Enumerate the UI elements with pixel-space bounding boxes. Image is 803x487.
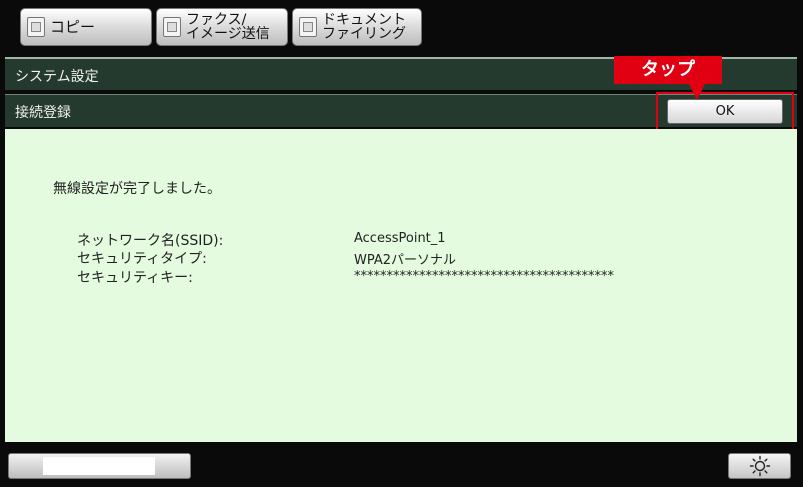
tab-document-filing[interactable]: ドキュメント ファイリング	[292, 8, 422, 46]
document-icon	[27, 17, 45, 37]
tab-doc-label-line2: ファイリング	[322, 26, 406, 42]
tab-fax-image-send[interactable]: ファクス/ イメージ送信	[156, 8, 288, 46]
ok-button[interactable]: OK	[667, 99, 783, 124]
brightness-button[interactable]	[728, 453, 791, 479]
security-key-value: ****************************************	[354, 269, 614, 284]
security-type-label: セキュリティタイプ:	[77, 251, 207, 267]
ssid-value: AccessPoint_1	[354, 231, 446, 246]
tab-doc-label: ドキュメント ファイリング	[322, 13, 406, 41]
brightness-icon	[749, 455, 770, 477]
tap-callout: タップ	[614, 56, 722, 84]
document-icon	[299, 17, 317, 37]
bottom-left-display	[43, 457, 155, 475]
content-panel: 無線設定が完了しました。 ネットワーク名(SSID): AccessPoint_…	[5, 129, 797, 442]
tab-fax-label: ファクス/ イメージ送信	[186, 13, 270, 41]
tab-copy-label: コピー	[50, 17, 96, 36]
security-type-value: WPA2パーソナル	[354, 253, 457, 268]
completion-message: 無線設定が完了しました。	[53, 181, 221, 197]
system-settings-title: システム設定	[15, 69, 99, 85]
security-key-label: セキュリティキー:	[77, 270, 193, 286]
device-screen: コピー ファクス/ イメージ送信 ドキュメント ファイリング システム設定 接続…	[0, 0, 803, 487]
mode-tabs: コピー ファクス/ イメージ送信 ドキュメント ファイリング	[20, 8, 422, 48]
ssid-label: ネットワーク名(SSID):	[77, 233, 224, 249]
bottom-left-control[interactable]	[8, 453, 191, 479]
tab-copy[interactable]: コピー	[20, 8, 152, 46]
document-icon	[163, 17, 181, 37]
connection-registration-title: 接続登録	[15, 105, 71, 121]
tap-callout-pointer	[689, 84, 705, 100]
tab-fax-label-line2: イメージ送信	[186, 26, 270, 42]
